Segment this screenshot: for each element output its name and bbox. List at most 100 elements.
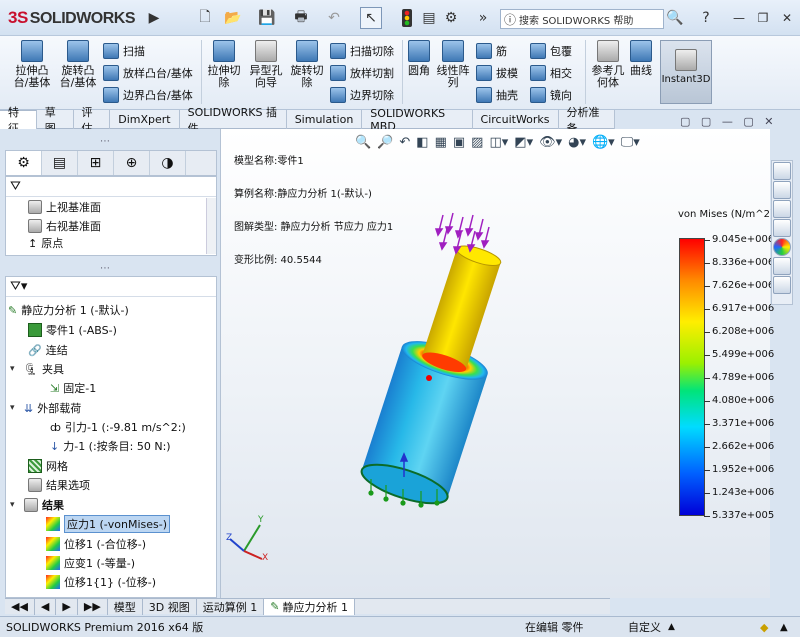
wrap-button[interactable]: 包覆 xyxy=(530,42,572,60)
select-arrow-icon[interactable]: ↖ xyxy=(360,7,382,29)
tab-circuitworks[interactable]: CircuitWorks xyxy=(473,110,559,129)
status-custom-text[interactable]: 自定义 xyxy=(628,619,661,635)
rib-button[interactable]: 筋 xyxy=(476,42,507,60)
previous-view-icon[interactable]: ↶ xyxy=(399,135,410,150)
tree-item-strain1[interactable]: 应变1 (-等量-) xyxy=(46,554,135,572)
restore-button[interactable]: ❐ xyxy=(752,8,774,28)
tree-item-external-loads[interactable]: ▾ ⇊ 外部载荷 xyxy=(10,399,81,417)
configuration-tab-icon[interactable]: ⊞ xyxy=(78,151,114,175)
zoom-to-fit-icon[interactable]: 🔍 xyxy=(355,135,371,150)
tab-addins[interactable]: SOLIDWORKS 插件 xyxy=(180,106,287,135)
dimxpert-tab-icon[interactable]: ⊕ xyxy=(114,151,150,175)
revolve-boss-button[interactable]: 旋转凸 台/基体 xyxy=(58,40,98,89)
tree-item-results[interactable]: ▾ 结果 xyxy=(10,496,64,514)
tile-right-icon[interactable]: ▢ xyxy=(701,115,711,128)
view-settings-icon[interactable]: 🖵▾ xyxy=(621,135,640,150)
file-properties-icon[interactable]: ▤ xyxy=(418,7,440,29)
fillet-button[interactable]: 圆角 xyxy=(406,40,432,77)
tab-model[interactable]: 模型 xyxy=(108,598,143,615)
tile-left-icon[interactable]: ▢ xyxy=(680,115,690,128)
tab-static-study[interactable]: ✎ 静应力分析 1 xyxy=(264,598,355,615)
nav-last-icon[interactable]: ▶▶ xyxy=(78,598,108,615)
open-folder-icon[interactable]: 📂 xyxy=(222,7,244,29)
draft-button[interactable]: 拔模 xyxy=(476,64,518,82)
tab-analysis-prep[interactable]: 分析准备 xyxy=(559,106,616,135)
tab-mbd[interactable]: SOLIDWORKS MBD xyxy=(362,107,473,133)
feature-tree-tab-icon[interactable]: ⚙ xyxy=(6,151,42,175)
solidworks-resources-icon[interactable] xyxy=(773,162,791,180)
tree-item-part[interactable]: 零件1 (-ABS-) xyxy=(28,321,117,339)
file-explorer-icon[interactable] xyxy=(773,200,791,218)
tree-item-fixtures[interactable]: ▾ 🗜 夹具 xyxy=(10,360,64,378)
tab-simulation[interactable]: Simulation xyxy=(287,110,363,129)
intersect-button[interactable]: 相交 xyxy=(530,64,572,82)
hide-show-items-icon[interactable]: 👁▾ xyxy=(539,135,562,150)
expand-arrow-icon[interactable]: ▾ xyxy=(10,403,20,413)
print-icon[interactable]: 🖶 xyxy=(290,7,312,29)
search-icon[interactable]: 🔍 xyxy=(664,7,686,29)
deform-plot-icon[interactable]: ▨ xyxy=(471,135,483,150)
tree-item-stress1[interactable]: 应力1 (-vonMises-) xyxy=(46,515,171,533)
units-dropdown-icon[interactable]: ▲ xyxy=(668,622,675,632)
tree-item-connections[interactable]: 🔗 连结 xyxy=(28,341,68,359)
rebuild-traffic-light-icon[interactable] xyxy=(396,7,418,29)
design-library-icon[interactable] xyxy=(773,181,791,199)
extrude-boss-button[interactable]: 拉伸凸 台/基体 xyxy=(12,40,52,89)
dynamic-annotation-icon[interactable]: ▦ xyxy=(435,135,447,150)
property-manager-tab-icon[interactable]: ▤ xyxy=(42,151,78,175)
doc-restore-icon[interactable]: ▢ xyxy=(743,115,753,128)
toolbar-more-icon[interactable]: » xyxy=(472,7,494,29)
tree-item-origin[interactable]: ↥ 原点 xyxy=(28,236,63,251)
new-document-icon[interactable]: 🗋 xyxy=(194,7,216,29)
nav-next-icon[interactable]: ▶ xyxy=(56,598,78,615)
close-button[interactable]: ✕ xyxy=(776,8,798,28)
filter-dropdown-icon[interactable]: ⛛▾ xyxy=(6,277,216,297)
swept-cut-button[interactable]: 扫描切除 xyxy=(330,42,394,60)
tree-scrollbar[interactable] xyxy=(206,198,216,254)
boundary-boss-button[interactable]: 边界凸台/基体 xyxy=(103,86,193,104)
boundary-cut-button[interactable]: 边界切除 xyxy=(330,86,394,104)
view-orientation-icon[interactable]: ◫▾ xyxy=(489,135,508,150)
view-palette-icon[interactable] xyxy=(773,219,791,237)
mirror-button[interactable]: 镜向 xyxy=(530,86,572,104)
nav-prev-icon[interactable]: ◀ xyxy=(35,598,57,615)
tree-item-force[interactable]: ↓ 力-1 (:按条目: 50 N:) xyxy=(50,437,171,455)
tree-item-result-options[interactable]: 结果选项 xyxy=(28,476,90,494)
lofted-cut-button[interactable]: 放样切割 xyxy=(330,64,394,82)
hole-wizard-button[interactable]: 异型孔 向导 xyxy=(246,40,286,89)
custom-properties-icon[interactable] xyxy=(773,257,791,275)
tree-item-right-plane[interactable]: 右视基准面 xyxy=(28,217,101,235)
tree-item-displacement1[interactable]: 位移1 (-合位移-) xyxy=(46,535,146,553)
help-button[interactable]: ? xyxy=(695,7,717,29)
edit-appearance-icon[interactable]: ◕▾ xyxy=(568,135,586,150)
instant3d-button[interactable]: Instant3D xyxy=(660,40,712,104)
curves-button[interactable]: 曲线 xyxy=(628,40,654,77)
linear-pattern-button[interactable]: 线性阵 列 xyxy=(434,40,472,89)
forum-icon[interactable] xyxy=(773,276,791,294)
study-root[interactable]: ✎ 静应力分析 1 (-默认-) xyxy=(8,301,129,319)
doc-minimize-icon[interactable]: — xyxy=(722,115,733,128)
loft-boss-button[interactable]: 放样凸台/基体 xyxy=(103,64,193,82)
tab-sketch[interactable]: 草图 xyxy=(37,106,74,135)
minimize-button[interactable]: — xyxy=(728,8,750,28)
extrude-cut-button[interactable]: 拉伸切 除 xyxy=(205,40,243,89)
tab-motion-study[interactable]: 运动算例 1 xyxy=(197,598,265,615)
save-icon[interactable]: 💾 xyxy=(256,7,278,29)
tab-evaluate[interactable]: 评估 xyxy=(74,106,111,135)
expand-arrow-icon[interactable]: ▾ xyxy=(10,364,20,374)
appearances-icon[interactable] xyxy=(773,238,791,256)
tab-features[interactable]: 特征 xyxy=(0,106,37,135)
filter-icon[interactable]: ⛛ xyxy=(6,177,216,197)
appearance-tab-icon[interactable]: ◑ xyxy=(150,151,186,175)
revolve-cut-button[interactable]: 旋转切 除 xyxy=(288,40,326,89)
stress-plot-view-icon[interactable]: ▣ xyxy=(453,135,465,150)
tree-item-gravity[interactable]: ȸ 引力-1 (:-9.81 m/s^2:) xyxy=(50,418,186,436)
tree-item-fixed-1[interactable]: ⇲ 固定-1 xyxy=(50,379,96,397)
collapse-handle-icon[interactable]: ⋯ xyxy=(100,136,110,147)
nav-first-icon[interactable]: ◀◀ xyxy=(5,598,35,615)
tree-item-top-plane[interactable]: 上视基准面 xyxy=(28,198,101,216)
shell-button[interactable]: 抽壳 xyxy=(476,86,518,104)
expand-menu-icon[interactable]: ▶ xyxy=(143,7,165,29)
tab-3d-view[interactable]: 3D 视图 xyxy=(143,598,197,615)
reference-geometry-button[interactable]: 参考几 何体 xyxy=(589,40,627,89)
